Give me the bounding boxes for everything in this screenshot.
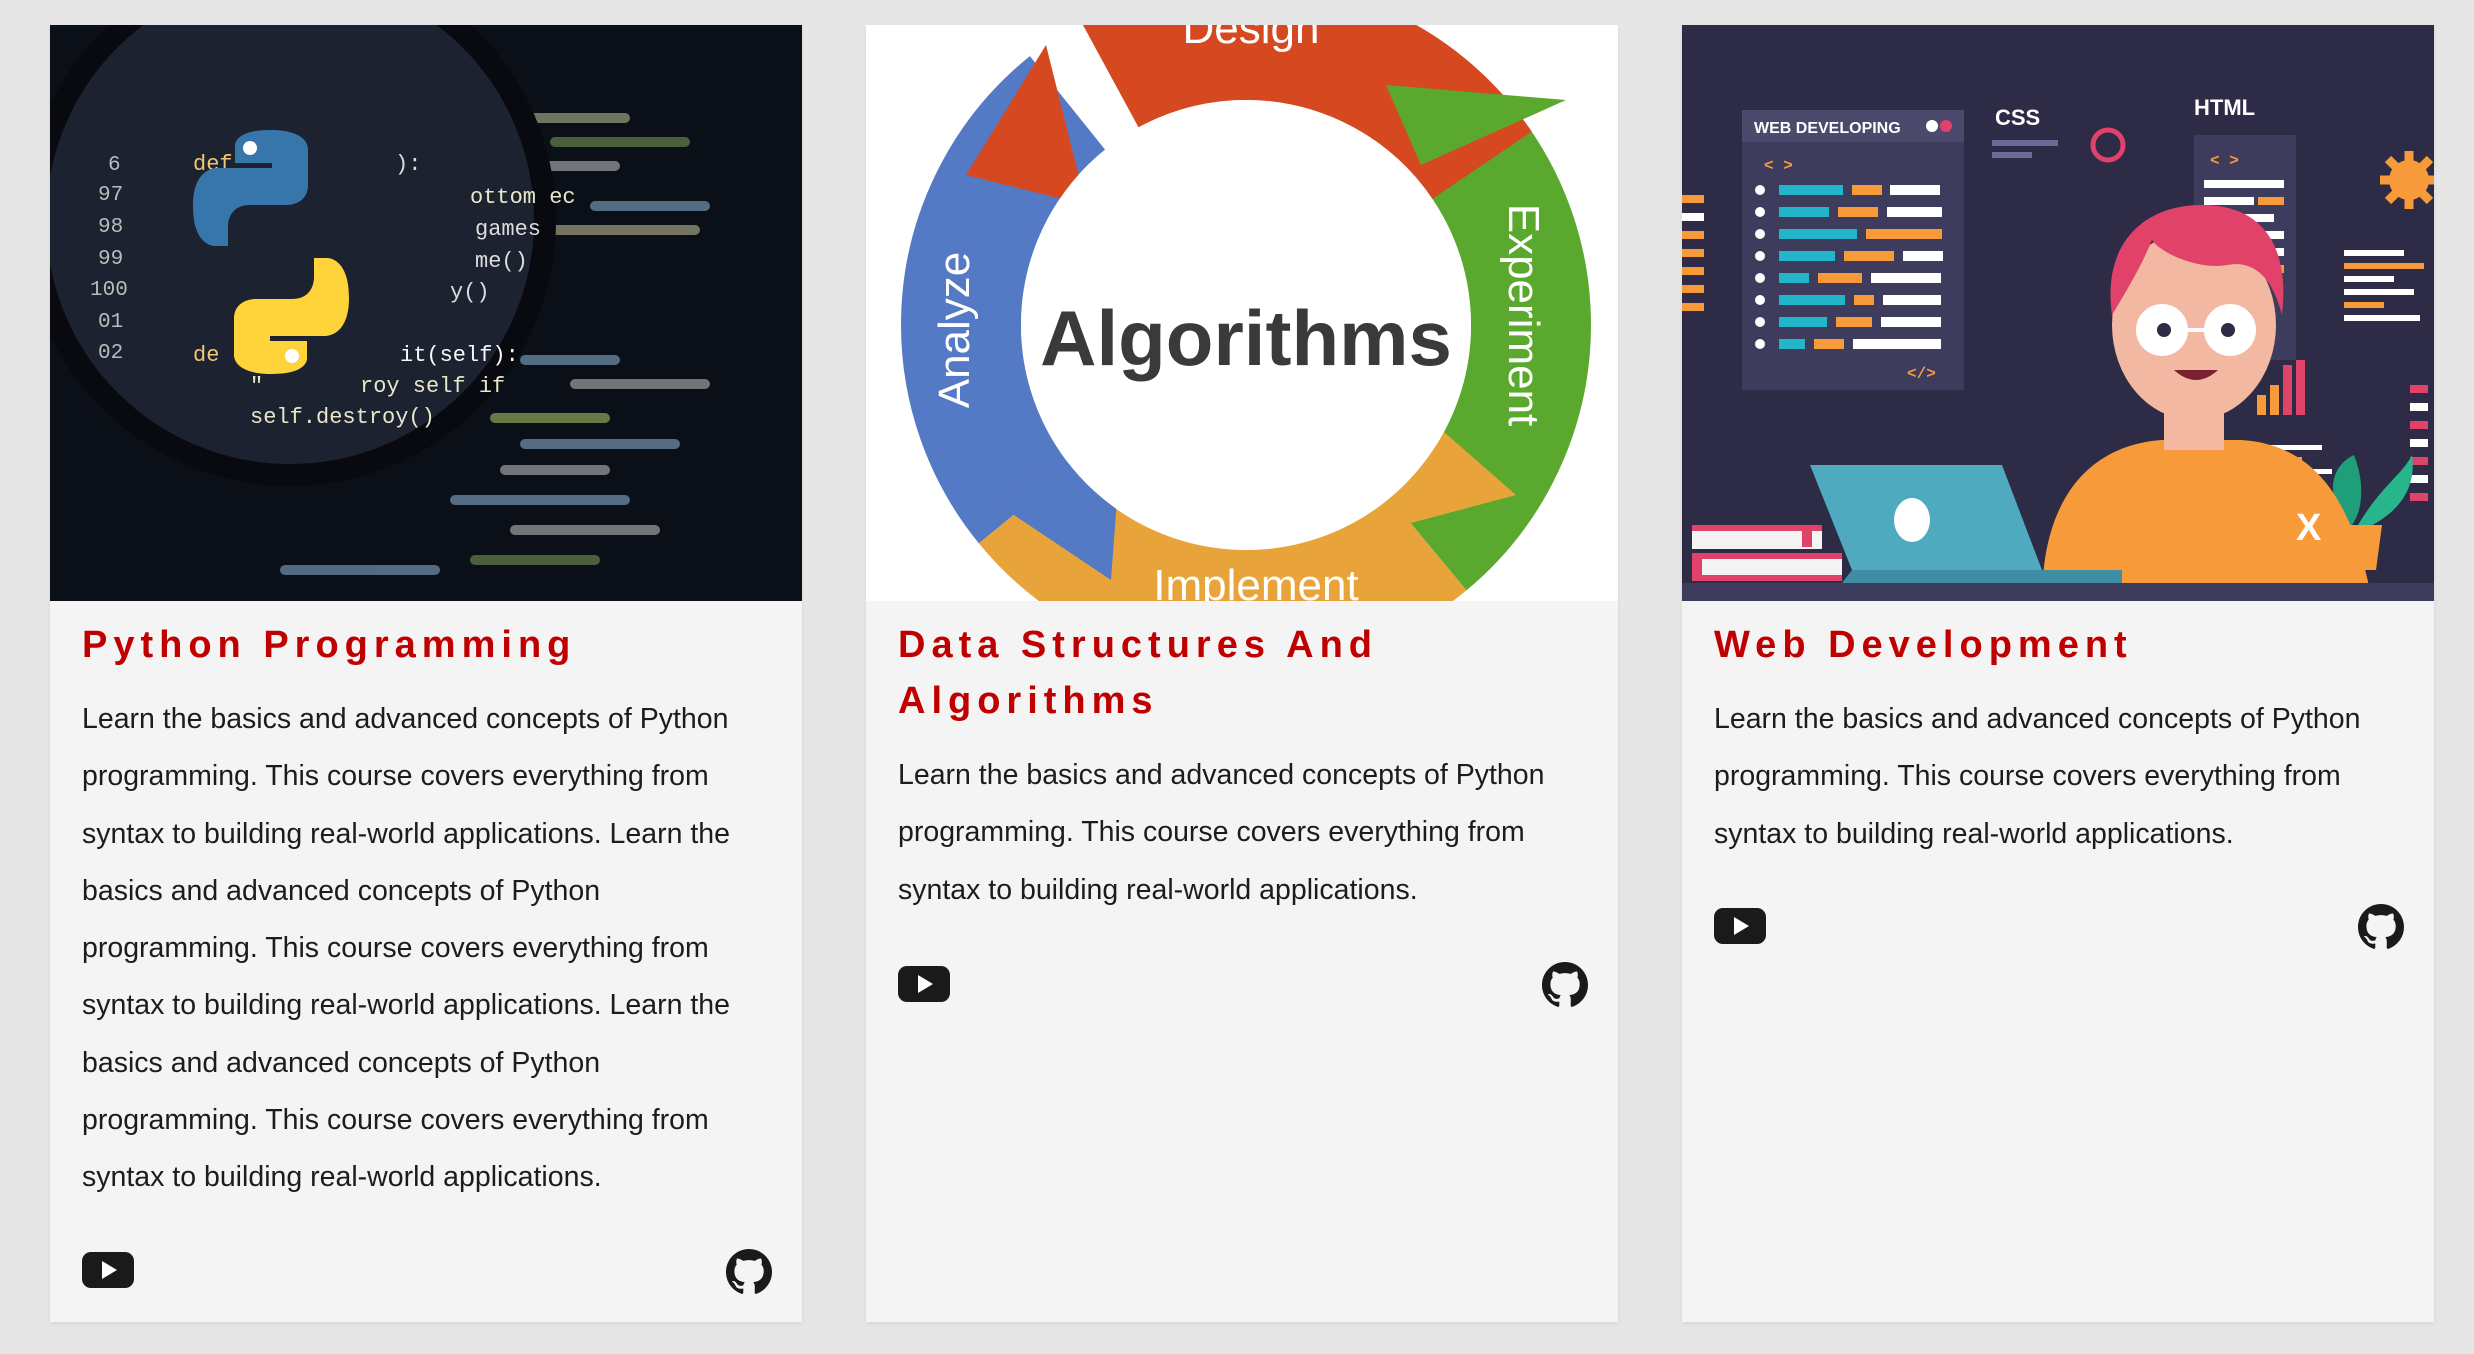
svg-text:de: de (193, 343, 219, 368)
image-left-text: Analyze (930, 252, 979, 409)
svg-text:": " (250, 374, 263, 399)
course-card-web: WEB DEVELOPING < > </> CSS HTML < > X We… (1682, 25, 2434, 1322)
image-right-text: Experiment (1499, 204, 1548, 427)
html-label: HTML (2194, 95, 2255, 120)
image-center-text: Algorithms (1040, 294, 1452, 382)
svg-text:99: 99 (98, 248, 123, 271)
github-icon[interactable] (2358, 904, 2404, 950)
svg-text:roy self if: roy self if (360, 374, 505, 399)
svg-text:97: 97 (98, 184, 123, 207)
youtube-icon[interactable] (1714, 908, 1766, 952)
panel-title: WEB DEVELOPING (1754, 120, 1901, 137)
course-description: Learn the basics and advanced concepts o… (1714, 703, 2361, 850)
youtube-icon[interactable] (82, 1252, 134, 1296)
svg-text:it(self):: it(self): (400, 343, 519, 368)
svg-text:me(): me() (475, 249, 528, 274)
github-icon[interactable] (726, 1249, 772, 1295)
svg-text:y(): y() (450, 280, 490, 305)
css-label: CSS (1995, 105, 2040, 130)
svg-text:100: 100 (90, 279, 128, 302)
svg-text:games: games (475, 217, 541, 242)
course-description: Learn the basics and advanced concepts o… (898, 759, 1545, 906)
svg-text:ottom ec: ottom ec (470, 185, 576, 210)
image-bottom-text: Implement (1153, 561, 1358, 601)
course-card-python: 6 97 98 99 100 01 02 def ): ottom ec gam… (50, 25, 802, 1322)
svg-text:< >: < > (1764, 157, 1793, 175)
course-image-web-developer: WEB DEVELOPING < > </> CSS HTML < > X (1682, 25, 2434, 601)
course-card-dsa: Algorithms Design Implement Experiment A… (866, 25, 1618, 1322)
course-title: Data Structures And Algorithms (898, 624, 1378, 722)
svg-text:6: 6 (108, 154, 121, 177)
course-title: Python Programming (82, 624, 577, 666)
youtube-icon[interactable] (898, 966, 950, 1010)
course-image-python: 6 97 98 99 100 01 02 def ): ottom ec gam… (50, 25, 802, 601)
svg-text:</>: </> (1907, 365, 1936, 383)
course-description: Learn the basics and advanced concepts o… (82, 703, 730, 1194)
shirt-letter: X (2296, 507, 2322, 549)
course-image-algorithms: Algorithms Design Implement Experiment A… (866, 25, 1618, 601)
github-icon[interactable] (1542, 962, 1588, 1008)
image-top-text: Design (1183, 25, 1320, 53)
svg-text:98: 98 (98, 216, 123, 239)
svg-text:< >: < > (2210, 152, 2239, 170)
svg-text:self.destroy(): self.destroy() (250, 405, 435, 430)
svg-text:01: 01 (98, 311, 123, 334)
course-title: Web Development (1714, 624, 2133, 666)
svg-text:02: 02 (98, 342, 123, 365)
svg-text:):: ): (395, 152, 421, 177)
